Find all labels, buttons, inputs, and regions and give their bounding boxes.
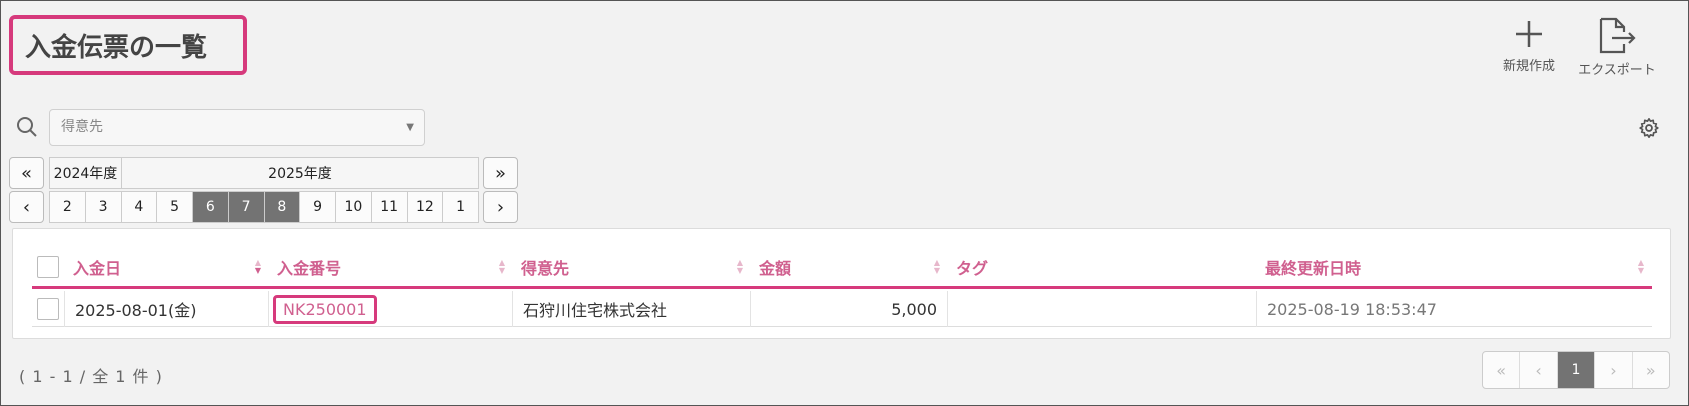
col-tag: タグ (948, 247, 1257, 287)
year-2025[interactable]: 2025年度 (122, 158, 478, 188)
chevron-right-icon: › (496, 196, 505, 218)
receipt-number-link[interactable]: NK250001 (273, 294, 377, 324)
select-all-checkbox[interactable] (37, 256, 59, 278)
next-page-button[interactable]: › (1595, 352, 1633, 388)
month-bar: 2 3 4 5 6 7 8 9 10 11 12 1 (49, 191, 479, 223)
month-5[interactable]: 5 (157, 192, 193, 222)
page-title-text: 入金伝票の一覧 (25, 32, 208, 63)
customer-select[interactable]: 得意先 ▼ (49, 109, 425, 146)
month-7[interactable]: 7 (228, 192, 265, 222)
month-2[interactable]: 2 (50, 192, 86, 222)
col-date[interactable]: 入金日 ▲ ▼ (65, 247, 269, 287)
page-title: 入金伝票の一覧 (9, 15, 247, 75)
cell-amount: 5,000 (751, 291, 948, 327)
row-select-cell (32, 291, 65, 327)
cell-customer: 石狩川住宅株式会社 (513, 291, 751, 327)
col-tag-label: タグ (956, 259, 989, 278)
month-9[interactable]: 9 (300, 192, 336, 222)
month-10[interactable]: 10 (336, 192, 372, 222)
chevron-left-icon: ‹ (1535, 360, 1542, 380)
col-amount-label: 金額 (759, 259, 792, 278)
table-header: 入金日 ▲ ▼ 入金番号 ▲ ▼ 得意先 ▲ ▼ 金額 ▲ ▼ タグ 最終更新日時 ▲ ▼ (32, 247, 1652, 289)
col-updated-label: 最終更新日時 (1265, 259, 1362, 278)
record-count: ( 1 - 1 / 全 1 件 ) (19, 367, 163, 386)
plus-icon (1516, 21, 1542, 47)
gear-icon (1639, 118, 1659, 138)
sort-icon: ▲ ▼ (254, 258, 261, 275)
month-1[interactable]: 1 (443, 192, 478, 222)
first-page-button[interactable]: « (1483, 352, 1521, 388)
month-6[interactable]: 6 (193, 192, 229, 222)
table-row: 2025-08-01(金) NK250001 石狩川住宅株式会社 5,000 2… (32, 291, 1652, 327)
fiscal-year-bar: 2024年度 2025年度 (49, 157, 479, 189)
chevron-right-icon: › (1610, 360, 1617, 380)
year-2024[interactable]: 2024年度 (50, 158, 122, 188)
search-icon (15, 115, 39, 143)
month-8[interactable]: 8 (264, 192, 301, 222)
sort-icon: ▲ ▼ (1637, 258, 1644, 275)
col-updated[interactable]: 最終更新日時 ▲ ▼ (1257, 247, 1652, 287)
new-button-label: 新規作成 (1502, 59, 1555, 74)
sort-icon: ▲ ▼ (498, 258, 505, 275)
year-2024-label: 2024年度 (53, 166, 118, 182)
next-month-button[interactable]: › (483, 191, 518, 223)
year-2025-label: 2025年度 (268, 166, 332, 182)
double-chevron-left-icon: « (1496, 360, 1507, 380)
col-customer[interactable]: 得意先 ▲ ▼ (513, 247, 751, 287)
export-button-label: エクスポート (1578, 63, 1656, 78)
cell-date: 2025-08-01(金) (65, 291, 269, 327)
prev-page-button[interactable]: ‹ (1520, 352, 1558, 388)
receipts-table: 入金日 ▲ ▼ 入金番号 ▲ ▼ 得意先 ▲ ▼ 金額 ▲ ▼ タグ 最終更新日時 ▲ ▼… (12, 228, 1671, 339)
month-11[interactable]: 11 (372, 192, 408, 222)
cell-tag (948, 291, 1257, 327)
chevron-left-icon: ‹ (22, 196, 31, 218)
col-amount[interactable]: 金額 ▲ ▼ (751, 247, 948, 287)
double-chevron-left-icon: « (20, 162, 32, 184)
export-button[interactable]: エクスポート (1577, 17, 1657, 81)
prev-year-button[interactable]: « (9, 157, 44, 189)
chevron-down-icon: ▼ (406, 122, 414, 133)
cell-number: NK250001 (269, 291, 513, 327)
month-4[interactable]: 4 (122, 192, 158, 222)
sort-icon: ▲ ▼ (736, 258, 743, 275)
double-chevron-right-icon: » (494, 162, 506, 184)
month-3[interactable]: 3 (86, 192, 122, 222)
cell-updated: 2025-08-19 18:53:47 (1267, 299, 1437, 319)
pagination: « ‹ 1 › » (1482, 351, 1670, 389)
prev-month-button[interactable]: ‹ (9, 191, 44, 223)
sort-icon: ▲ ▼ (933, 258, 940, 275)
next-year-button[interactable]: » (483, 157, 518, 189)
col-customer-label: 得意先 (521, 259, 570, 278)
row-checkbox[interactable] (37, 298, 59, 320)
page-button[interactable]: 1 (1557, 352, 1596, 388)
new-button[interactable]: 新規作成 (1489, 17, 1569, 81)
month-12[interactable]: 12 (408, 192, 444, 222)
customer-select-placeholder: 得意先 (61, 119, 103, 135)
col-number-label: 入金番号 (277, 259, 342, 278)
col-number[interactable]: 入金番号 ▲ ▼ (269, 247, 513, 287)
last-page-button[interactable]: » (1633, 352, 1669, 388)
double-chevron-right-icon: » (1645, 360, 1656, 380)
settings-button[interactable] (1638, 117, 1660, 143)
export-icon (1599, 17, 1636, 54)
select-all-cell (32, 247, 65, 287)
col-date-label: 入金日 (73, 259, 122, 278)
